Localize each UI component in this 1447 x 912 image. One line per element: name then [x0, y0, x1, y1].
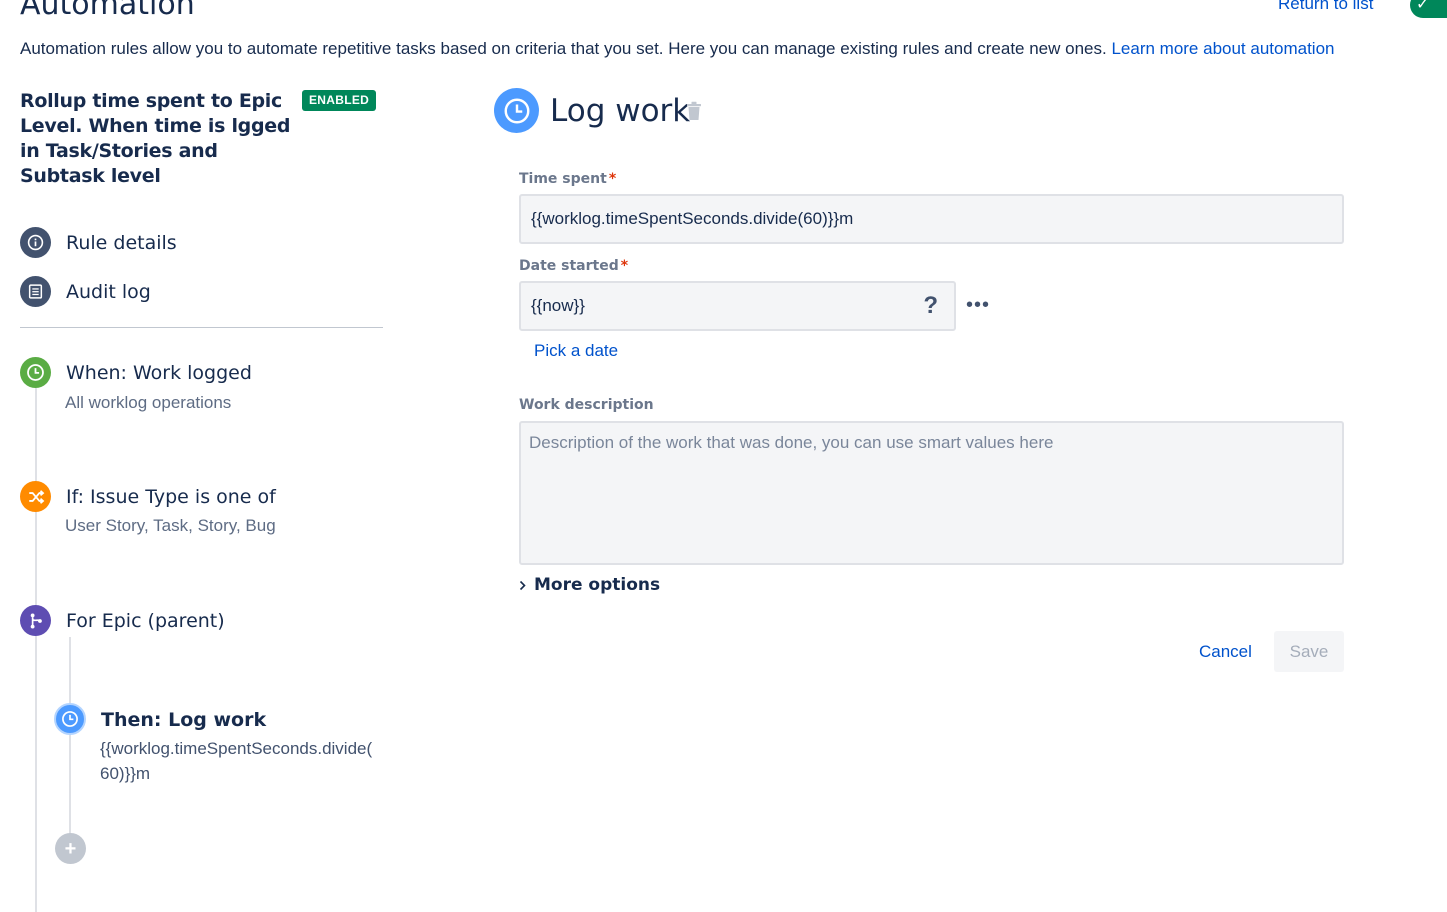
- condition-title: If: Issue Type is one of: [66, 486, 276, 508]
- nav-audit-log[interactable]: Audit log: [20, 276, 151, 307]
- more-options-toggle[interactable]: More options: [519, 575, 660, 595]
- action-title: Then: Log work: [101, 709, 267, 731]
- clock-icon: [494, 88, 539, 133]
- learn-more-link[interactable]: Learn more about automation: [1111, 39, 1334, 58]
- nav-rule-details-label: Rule details: [66, 231, 177, 254]
- condition-subtitle: User Story, Task, Story, Bug: [65, 516, 276, 535]
- cancel-button[interactable]: Cancel: [1199, 642, 1252, 662]
- required-marker: *: [620, 258, 629, 274]
- shuffle-icon: [20, 481, 51, 512]
- date-started-field[interactable]: {{now}} ?: [519, 281, 956, 331]
- date-started-value: {{now}}: [531, 296, 585, 315]
- panel-title: Log work: [550, 93, 691, 129]
- branch-title: For Epic (parent): [66, 610, 225, 632]
- trigger-title: When: Work logged: [66, 362, 252, 384]
- date-started-label-text: Date started: [519, 258, 619, 274]
- nav-rule-details[interactable]: Rule details: [20, 227, 177, 258]
- work-description-textarea[interactable]: Description of the work that was done, y…: [519, 421, 1344, 565]
- flow-connector: [35, 388, 37, 912]
- action-subtitle-line2: 60)}}m: [100, 764, 151, 783]
- clock-icon: [20, 357, 51, 388]
- divider: [20, 327, 383, 328]
- check-icon: ✓: [1416, 0, 1430, 13]
- work-description-placeholder: Description of the work that was done, y…: [529, 433, 1054, 452]
- return-to-list-link[interactable]: Return to list: [1278, 0, 1373, 14]
- status-badge: ENABLED: [302, 90, 377, 111]
- trigger-subtitle: All worklog operations: [65, 393, 232, 412]
- branch-icon: [20, 605, 51, 636]
- time-spent-label-text: Time spent: [519, 171, 607, 187]
- save-button[interactable]: Save: [1274, 631, 1344, 672]
- work-description-label: Work description: [519, 397, 654, 413]
- trash-icon[interactable]: [686, 101, 702, 126]
- condition-step[interactable]: If: Issue Type is one of User Story, Tas…: [20, 481, 380, 551]
- date-started-label: Date started *: [519, 258, 628, 274]
- time-spent-value: {{worklog.timeSpentSeconds.divide(60)}}m: [531, 209, 854, 228]
- page-title: Automation: [20, 0, 195, 22]
- help-icon[interactable]: ?: [923, 292, 938, 320]
- required-marker: *: [608, 171, 617, 187]
- rule-name: Rollup time spent to Epic Level. When ti…: [20, 90, 291, 187]
- info-icon: [20, 227, 51, 258]
- action-subtitle-line1: {{worklog.timeSpentSeconds.divide(: [100, 739, 373, 758]
- nav-audit-log-label: Audit log: [66, 280, 151, 303]
- list-icon: [20, 276, 51, 307]
- time-spent-field[interactable]: {{worklog.timeSpentSeconds.divide(60)}}m: [519, 194, 1344, 244]
- intro-description: Automation rules allow you to automate r…: [20, 39, 1107, 58]
- action-step[interactable]: Then: Log work {{worklog.timeSpentSecond…: [54, 703, 384, 793]
- more-actions-icon[interactable]: •••: [966, 294, 990, 317]
- pick-date-link[interactable]: Pick a date: [534, 341, 618, 361]
- more-options-label: More options: [534, 575, 661, 595]
- chevron-right-icon: [519, 580, 526, 590]
- plus-icon: +: [64, 837, 77, 860]
- intro-text: Automation rules allow you to automate r…: [20, 39, 1335, 59]
- trigger-step[interactable]: When: Work logged All worklog operations: [20, 357, 380, 427]
- branch-step[interactable]: For Epic (parent): [20, 605, 380, 639]
- add-component-button[interactable]: +: [55, 833, 86, 864]
- time-spent-label: Time spent *: [519, 171, 616, 187]
- clock-icon: [54, 703, 86, 735]
